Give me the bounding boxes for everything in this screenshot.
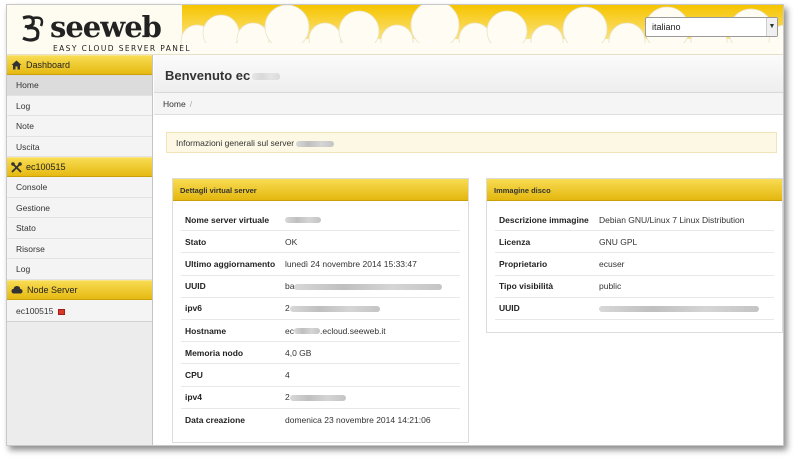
sidebar-item-server-log[interactable]: Log — [7, 259, 152, 280]
sidebar-item-console[interactable]: Console — [7, 177, 152, 198]
language-select[interactable]: italiano ▼ — [645, 17, 778, 37]
home-icon — [11, 60, 22, 70]
detail-row: Hostname ec .ecloud.seeweb.it — [181, 320, 460, 343]
detail-row: Proprietario ecuser — [495, 253, 774, 276]
detail-value: Debian GNU/Linux 7 Linux Distribution — [599, 214, 745, 225]
detail-row: Memoria nodo 4,0 GB — [181, 342, 460, 365]
sidebar-section-server[interactable]: ec100515 — [7, 157, 152, 177]
redacted-text — [285, 217, 321, 224]
sidebar-section-title: ec100515 — [26, 162, 66, 172]
sidebar-item-log[interactable]: Log — [7, 95, 152, 116]
sidebar-section-title: Node Server — [27, 284, 78, 295]
detail-value — [599, 303, 759, 313]
detail-key: Stato — [185, 236, 207, 247]
panel-title: Immagine disco — [487, 179, 782, 201]
detail-value: ba — [285, 281, 443, 291]
chevron-down-icon[interactable]: ▼ — [766, 18, 777, 36]
detail-value: OK — [285, 236, 298, 247]
detail-row: UUID ba — [181, 276, 460, 298]
detail-row: Data creazione domenica 23 novembre 2014… — [181, 409, 460, 431]
detail-key: Ultimo aggiornamento — [185, 258, 276, 269]
detail-row: Licenza GNU GPL — [495, 231, 774, 254]
detail-key: Hostname — [185, 325, 227, 336]
detail-row: CPU 4 — [181, 364, 460, 387]
detail-key: UUID — [185, 281, 206, 292]
seeweb-logo[interactable]: seeweb EASY CLOUD SERVER PANEL — [19, 10, 190, 54]
sidebar-item-note[interactable]: Note — [7, 116, 152, 137]
breadcrumb: Home / — [154, 93, 783, 115]
breadcrumb-home[interactable]: Home — [163, 99, 186, 109]
info-text: Informazioni generali sul server — [176, 138, 295, 148]
detail-value: 2 — [285, 392, 346, 402]
detail-key: ipv6 — [185, 303, 203, 314]
detail-row: Stato OK — [181, 231, 460, 254]
sidebar-item-node[interactable]: ec100515 — [7, 299, 152, 322]
logo-mark-icon — [22, 15, 44, 42]
sidebar-section-node-server[interactable]: Node Server — [7, 279, 152, 300]
detail-value: GNU GPL — [599, 236, 638, 247]
redacted-text — [289, 306, 380, 313]
redacted-text — [293, 328, 320, 335]
redacted-text — [289, 394, 346, 401]
detail-key: Tipo visibilità — [499, 281, 554, 292]
detail-row: ipv6 2 — [181, 298, 460, 320]
detail-key: CPU — [185, 369, 203, 380]
virtual-server-panel: Dettagli virtual server Nome server virt… — [172, 178, 469, 443]
panel-title: Dettagli virtual server — [173, 179, 468, 201]
detail-key: Memoria nodo — [185, 347, 244, 358]
logo-text: seeweb — [50, 10, 162, 44]
main-content: Benvenuto ec Home / Informazioni generali… — [154, 55, 783, 445]
logo-tagline: EASY CLOUD SERVER PANEL — [53, 44, 191, 53]
detail-key: Data creazione — [185, 414, 245, 425]
sidebar-item-home[interactable]: Home — [7, 75, 152, 96]
header: seeweb EASY CLOUD SERVER PANEL italiano … — [7, 5, 783, 55]
detail-row: Descrizione immagine Debian GNU/Linux 7 … — [495, 209, 774, 232]
detail-key: Nome server virtuale — [185, 214, 270, 225]
detail-row: Ultimo aggiornamento lunedì 24 novembre … — [181, 253, 460, 276]
detail-value: ecuser — [599, 258, 625, 269]
node-label: ec100515 — [16, 305, 54, 316]
page-title: Benvenuto ec — [154, 55, 783, 93]
sidebar: Dashboard Home Log Note Uscita ec100515 … — [7, 55, 153, 445]
sidebar-item-uscita[interactable]: Uscita — [7, 136, 152, 157]
redacted-text — [599, 306, 759, 313]
detail-value: public — [599, 281, 622, 292]
info-box: Informazioni generali sul server — [166, 132, 777, 153]
detail-row: UUID — [495, 298, 774, 320]
disk-image-panel: Immagine disco Descrizione immagine Debi… — [486, 178, 783, 333]
sidebar-section-title: Dashboard — [26, 60, 71, 70]
detail-value — [285, 215, 321, 225]
tools-icon — [11, 161, 22, 173]
app-window: seeweb EASY CLOUD SERVER PANEL italiano … — [6, 4, 784, 446]
language-selected: italiano — [652, 22, 681, 32]
detail-key: Licenza — [499, 236, 531, 247]
detail-row: Nome server virtuale — [181, 209, 460, 232]
detail-key: UUID — [499, 303, 520, 314]
detail-row: Tipo visibilità public — [495, 276, 774, 298]
detail-value: 4 — [285, 369, 290, 380]
sidebar-section-dashboard[interactable]: Dashboard — [7, 55, 152, 75]
detail-value: 4,0 GB — [285, 347, 312, 358]
detail-key: ipv4 — [185, 392, 203, 403]
detail-value: 2 — [285, 303, 380, 313]
detail-value: lunedì 24 novembre 2014 15:33:47 — [285, 258, 417, 269]
sidebar-item-gestione[interactable]: Gestione — [7, 197, 152, 218]
detail-value: ec .ecloud.seeweb.it — [285, 325, 386, 336]
sidebar-item-stato[interactable]: Stato — [7, 218, 152, 239]
cloud-icon — [11, 286, 23, 294]
detail-key: Proprietario — [499, 258, 548, 269]
redacted-text — [252, 73, 281, 81]
redacted-text — [294, 283, 443, 290]
redacted-text — [296, 140, 335, 147]
detail-row: ipv4 2 — [181, 387, 460, 409]
detail-key: Descrizione immagine — [499, 214, 589, 225]
sidebar-item-risorse[interactable]: Risorse — [7, 238, 152, 259]
node-status-icon — [57, 308, 65, 315]
detail-value: domenica 23 novembre 2014 14:21:06 — [285, 414, 431, 425]
page-title-text: Benvenuto ec — [165, 68, 251, 83]
